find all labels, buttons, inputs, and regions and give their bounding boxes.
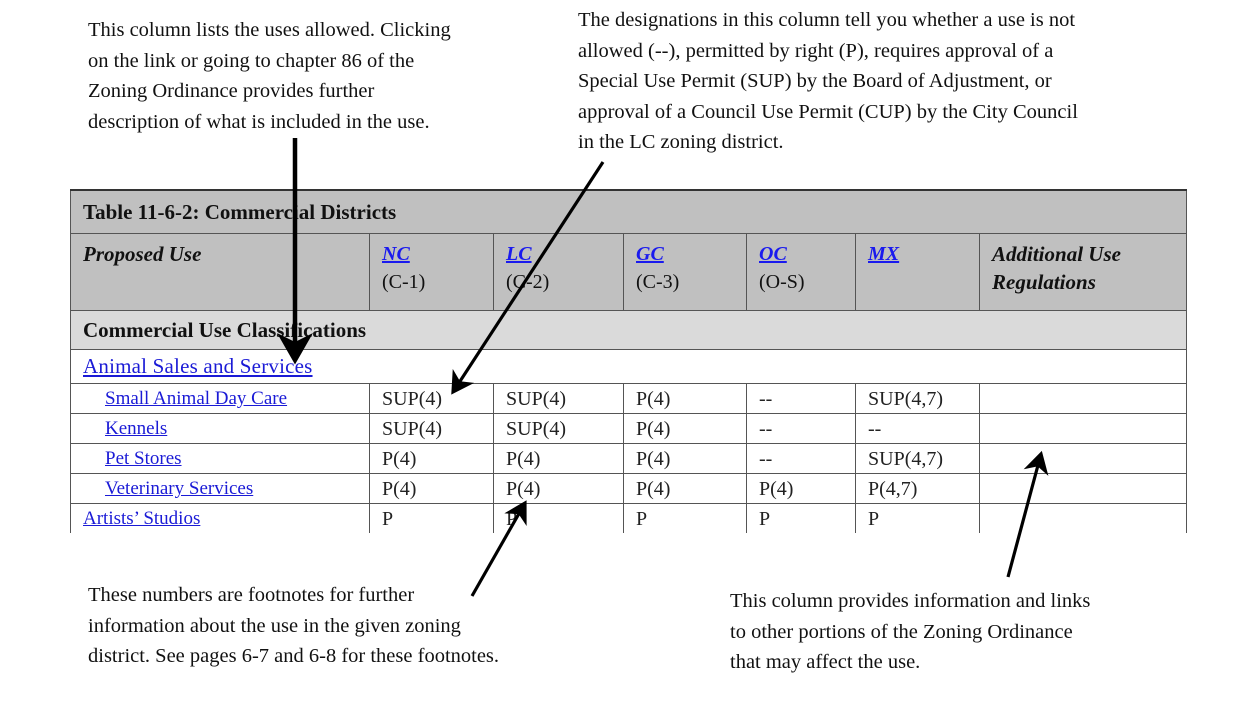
header-additional-line: Additional Use: [992, 242, 1121, 266]
district-sub: (C-1): [382, 271, 426, 293]
value-cell-nc: SUP(4): [369, 413, 494, 444]
additional-cell: [978, 473, 1188, 504]
value-cell-lc: P(4): [493, 473, 624, 504]
use-cell: Artists’ Studios: [70, 503, 370, 533]
value-cell-gc: P(4): [623, 443, 747, 474]
value-cell-lc: P: [493, 503, 624, 533]
header-district-oc: OC (O-S): [746, 233, 856, 311]
value-cell-mx: --: [855, 413, 980, 444]
annotation-uses-column: This column lists the uses allowed. Clic…: [88, 15, 528, 137]
value-cell-mx: P: [855, 503, 980, 533]
annotation-line: These numbers are footnotes for further: [88, 584, 415, 606]
additional-cell: [978, 503, 1188, 533]
annotation-line: allowed (--), permitted by right (P), re…: [578, 39, 1054, 62]
value-cell-oc: --: [746, 383, 856, 414]
value-cell-nc: P(4): [369, 443, 494, 474]
annotation-line: description of what is included in the u…: [88, 110, 430, 133]
annotation-line: on the link or going to chapter 86 of th…: [88, 49, 415, 72]
header-additional-line: Regulations: [992, 270, 1096, 294]
use-link[interactable]: Small Animal Day Care: [105, 388, 287, 409]
district-sub: (C-3): [636, 271, 680, 293]
value-cell-lc: SUP(4): [493, 383, 624, 414]
use-cell: Small Animal Day Care: [70, 383, 370, 414]
value-cell-nc: P: [369, 503, 494, 533]
district-sub: (C-2): [506, 271, 550, 293]
value-cell-nc: SUP(4): [369, 383, 494, 414]
group-link-animal-sales[interactable]: Animal Sales and Services: [83, 354, 313, 378]
use-link[interactable]: Kennels: [105, 418, 167, 439]
use-link[interactable]: Artists’ Studios: [83, 508, 200, 529]
value-cell-gc: P: [623, 503, 747, 533]
table-header-row: Proposed Use NC (C-1) LC (C-2) GC (C-3) OC (…: [70, 233, 1188, 311]
district-link-mx[interactable]: MX: [868, 243, 899, 265]
use-link[interactable]: Veterinary Services: [105, 478, 253, 499]
annotation-line: to other portions of the Zoning Ordinanc…: [730, 620, 1073, 643]
annotation-line: in the LC zoning district.: [578, 131, 784, 153]
table-row: Kennels SUP(4) SUP(4) P(4) -- --: [70, 413, 1188, 444]
annotation-line: that may affect the use.: [730, 651, 921, 673]
annotation-line: information about the use in the given z…: [88, 614, 461, 637]
commercial-districts-table: Table 11-6-2: Commercial Districts Propo…: [69, 189, 1188, 533]
header-additional-regulations: Additional Use Regulations: [978, 233, 1188, 311]
header-district-lc: LC (C-2): [493, 233, 624, 311]
value-cell-gc: P(4): [623, 473, 747, 504]
annotation-line: This column provides information and lin…: [730, 590, 1091, 612]
use-cell: Veterinary Services: [70, 473, 370, 504]
value-cell-oc: --: [746, 443, 856, 474]
additional-cell: [978, 413, 1188, 444]
annotation-line: This column lists the uses allowed. Clic…: [88, 19, 451, 41]
value-cell-nc: P(4): [369, 473, 494, 504]
group-row: Animal Sales and Services: [69, 349, 1188, 384]
value-cell-mx: P(4,7): [855, 473, 980, 504]
value-cell-lc: P(4): [493, 443, 624, 474]
value-cell-oc: P: [746, 503, 856, 533]
table-title-row: Table 11-6-2: Commercial Districts: [69, 189, 1188, 234]
additional-cell: [978, 443, 1188, 474]
classification-label: Commercial Use Classifications: [69, 310, 1188, 350]
annotation-line: Special Use Permit (SUP) by the Board of…: [578, 70, 1052, 92]
value-cell-mx: SUP(4,7): [855, 443, 980, 474]
annotation-line: The designations in this column tell you…: [578, 9, 1076, 31]
table-row: Pet Stores P(4) P(4) P(4) -- SUP(4,7): [70, 443, 1188, 474]
table-row: Artists’ Studios P P P P P: [70, 503, 1188, 533]
value-cell-mx: SUP(4,7): [855, 383, 980, 414]
district-link-nc[interactable]: NC: [382, 243, 410, 265]
annotation-line: Zoning Ordinance provides further: [88, 80, 375, 102]
classification-row: Commercial Use Classifications: [69, 310, 1188, 350]
value-cell-oc: --: [746, 413, 856, 444]
value-cell-lc: SUP(4): [493, 413, 624, 444]
additional-cell: [978, 383, 1188, 414]
table-row: Small Animal Day Care SUP(4) SUP(4) P(4)…: [70, 383, 1188, 414]
use-cell: Kennels: [70, 413, 370, 444]
value-cell-gc: P(4): [623, 413, 747, 444]
district-link-gc[interactable]: GC: [636, 243, 664, 265]
value-cell-gc: P(4): [623, 383, 747, 414]
header-proposed-use: Proposed Use: [70, 233, 370, 311]
annotation-designations: The designations in this column tell you…: [578, 5, 1178, 158]
group-cell: Animal Sales and Services: [69, 349, 1188, 384]
use-cell: Pet Stores: [70, 443, 370, 474]
district-link-lc[interactable]: LC: [506, 243, 532, 265]
value-cell-oc: P(4): [746, 473, 856, 504]
header-district-mx: MX: [855, 233, 980, 311]
table-title: Table 11-6-2: Commercial Districts: [69, 189, 1188, 234]
header-district-nc: NC (C-1): [369, 233, 494, 311]
table-row: Veterinary Services P(4) P(4) P(4) P(4) …: [70, 473, 1188, 504]
annotation-footnotes: These numbers are footnotes for further …: [88, 580, 588, 672]
header-district-gc: GC (C-3): [623, 233, 747, 311]
annotation-additional-regulations: This column provides information and lin…: [730, 586, 1170, 678]
district-link-oc[interactable]: OC: [759, 243, 787, 265]
annotation-line: approval of a Council Use Permit (CUP) b…: [578, 100, 1078, 123]
annotation-line: district. See pages 6-7 and 6-8 for thes…: [88, 645, 500, 667]
use-link[interactable]: Pet Stores: [105, 448, 182, 469]
district-sub: (O-S): [759, 271, 805, 293]
